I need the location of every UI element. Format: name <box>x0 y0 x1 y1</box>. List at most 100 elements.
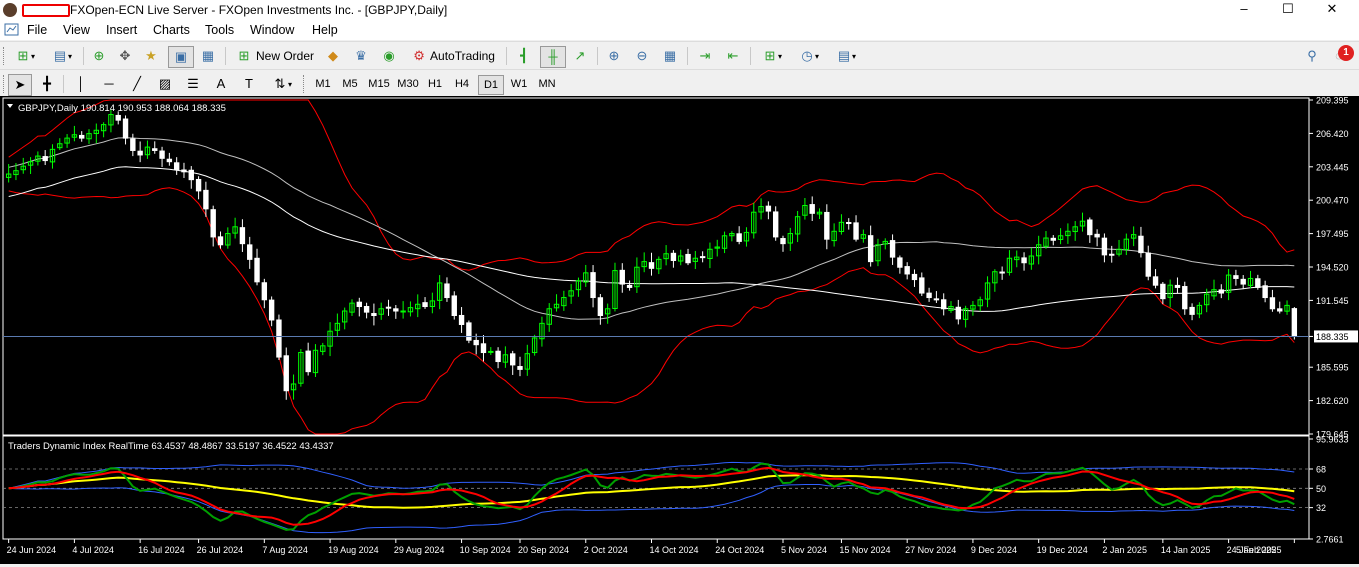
vertical-line-button[interactable]: │ <box>70 74 92 94</box>
trendline-button[interactable]: ╱ <box>126 74 148 94</box>
separator <box>506 47 507 65</box>
horizontal-line-button[interactable]: ─ <box>98 74 120 94</box>
candle-body <box>159 150 165 159</box>
fibonacci-button[interactable]: ☰ <box>182 74 204 94</box>
indicator-label: 50 <box>1316 484 1326 494</box>
text-button[interactable]: A <box>210 74 232 94</box>
candle-body <box>444 283 450 299</box>
notification-badge[interactable]: 1 <box>1338 45 1354 61</box>
chart-window-icon[interactable] <box>4 22 20 41</box>
timeframe-h4[interactable]: H4 <box>450 75 474 93</box>
candle-body <box>897 257 903 268</box>
metaeditor-icon: ◆ <box>328 48 338 63</box>
menu-view[interactable]: View <box>63 23 90 37</box>
candle-body <box>488 350 494 353</box>
toolbar-grip[interactable] <box>3 75 7 93</box>
menu-help[interactable]: Help <box>312 23 338 37</box>
autotrading-button[interactable]: ⚙ AutoTrading <box>406 46 500 66</box>
zoom-out-button[interactable]: ⊖ <box>631 46 653 66</box>
indicators-button[interactable]: ⊞ ▾ <box>756 46 788 66</box>
timeframe-h1[interactable]: H1 <box>423 75 447 93</box>
candlestick-chart-button[interactable]: ╫ <box>540 46 566 68</box>
toolbar-grip[interactable] <box>303 75 307 93</box>
timeframe-m30[interactable]: M30 <box>394 75 422 93</box>
close-button[interactable]: ✕ <box>1310 0 1354 20</box>
candle-body <box>699 256 706 259</box>
strategy-tester-button[interactable]: ▦ <box>197 46 219 66</box>
chart-title-arrow-icon[interactable] <box>7 104 13 108</box>
channel-button[interactable]: ▨ <box>154 74 176 94</box>
chart-canvas[interactable]: 209.395 206.420 203.445 200.470 197.495 194.5… <box>0 96 1359 564</box>
candle-body <box>217 236 224 246</box>
timeframe-m5[interactable]: M5 <box>338 75 362 93</box>
chart-window[interactable]: 209.395 206.420 203.445 200.470 197.495 194.5… <box>0 96 1359 564</box>
auto-scroll-button[interactable]: ⇥ <box>694 46 716 66</box>
metaeditor-button[interactable]: ◆ <box>322 46 344 66</box>
app-icon[interactable] <box>3 3 17 17</box>
navigator-button[interactable]: ★ <box>140 46 162 66</box>
search-button[interactable]: ⚲ <box>1302 46 1322 66</box>
terminal-button[interactable]: ▣ <box>168 46 194 68</box>
text-label-button[interactable]: T <box>238 74 260 94</box>
menu-charts[interactable]: Charts <box>153 23 190 37</box>
moving-average-fast <box>8 137 1295 320</box>
timeframe-m1[interactable]: M1 <box>311 75 335 93</box>
time-label: 2 Oct 2024 <box>584 545 628 555</box>
community-button[interactable]: ♛ <box>350 46 372 66</box>
candle-body <box>371 313 377 317</box>
line-chart-icon: ↗ <box>574 48 586 63</box>
timeframe-d1[interactable]: D1 <box>478 75 504 95</box>
candle-body <box>517 366 523 370</box>
signals-button[interactable]: ◉ <box>378 46 400 66</box>
chart-title: GBPJPY,Daily 190.814 190.953 188.064 188… <box>18 103 226 114</box>
toolbar-grip[interactable] <box>3 47 7 65</box>
main-pane-border <box>2 97 1310 436</box>
trendline-icon: ╱ <box>133 76 141 91</box>
timeframe-m15[interactable]: M15 <box>365 75 393 93</box>
new-order-button[interactable]: ⊞ New Order <box>234 46 316 66</box>
data-window-button[interactable]: ✥ <box>114 46 136 66</box>
main-chart-frame <box>2 97 1310 436</box>
new-order-icon: ⊞ <box>238 48 250 63</box>
chart-shift-button[interactable]: ⇤ <box>722 46 744 66</box>
candle-body <box>79 134 85 139</box>
zoom-in-button[interactable]: ⊕ <box>603 46 625 66</box>
cursor-button[interactable]: ➤ <box>8 74 32 96</box>
time-label: 10 Sep 2024 <box>460 545 511 555</box>
timeframe-mn[interactable]: MN <box>534 75 560 93</box>
new-chart-button[interactable]: ⊞ ▾ <box>8 46 42 66</box>
line-chart-button[interactable]: ↗ <box>569 46 591 66</box>
menu-insert[interactable]: Insert <box>106 23 137 37</box>
candle-body <box>736 233 742 242</box>
bar-chart-button[interactable]: ┫ <box>513 46 535 66</box>
separator <box>63 75 64 93</box>
timeframe-w1[interactable]: W1 <box>507 75 531 93</box>
candle-body <box>495 350 501 363</box>
candle-body <box>1218 289 1224 294</box>
time-label: 26 Jul 2024 <box>197 545 244 555</box>
market-watch-button[interactable]: ⊕ <box>88 46 110 66</box>
candle-body <box>1291 308 1298 337</box>
arrows-button[interactable]: ⇅ ▾ <box>266 74 298 94</box>
indicator-axis: 95.9633 68 50 32 2.7661 <box>1309 435 1349 545</box>
candle-body <box>1094 233 1100 238</box>
profiles-button[interactable]: ▤ ▾ <box>46 46 78 66</box>
menu-file[interactable]: File <box>27 23 47 37</box>
menu-tools[interactable]: Tools <box>205 23 234 37</box>
horizontal-line-icon: ─ <box>104 76 114 91</box>
candle-body <box>765 205 772 212</box>
crosshair-icon: ╋ <box>43 76 51 91</box>
time-label: 5 Feb 2025 <box>1236 545 1282 555</box>
minimize-button[interactable]: – <box>1222 0 1266 20</box>
drawing-toolbar: ➤ ╋ │ ─ ╱ ▨ ☰ A T ⇅ ▾ M1 M5 M15 M30 H1 H4… <box>0 69 1359 98</box>
menu-window[interactable]: Window <box>250 23 294 37</box>
tile-windows-button[interactable]: ▦ <box>659 46 681 66</box>
time-label: 16 Jul 2024 <box>138 545 185 555</box>
templates-button[interactable]: ▤ ▾ <box>830 46 862 66</box>
periods-button[interactable]: ◷ ▾ <box>793 46 825 66</box>
autotrading-label: AutoTrading <box>430 49 495 63</box>
maximize-button[interactable]: ☐ <box>1266 0 1310 20</box>
candle-body <box>911 273 918 281</box>
candlestick-icon: ╫ <box>548 49 558 64</box>
crosshair-button[interactable]: ╋ <box>36 74 58 94</box>
